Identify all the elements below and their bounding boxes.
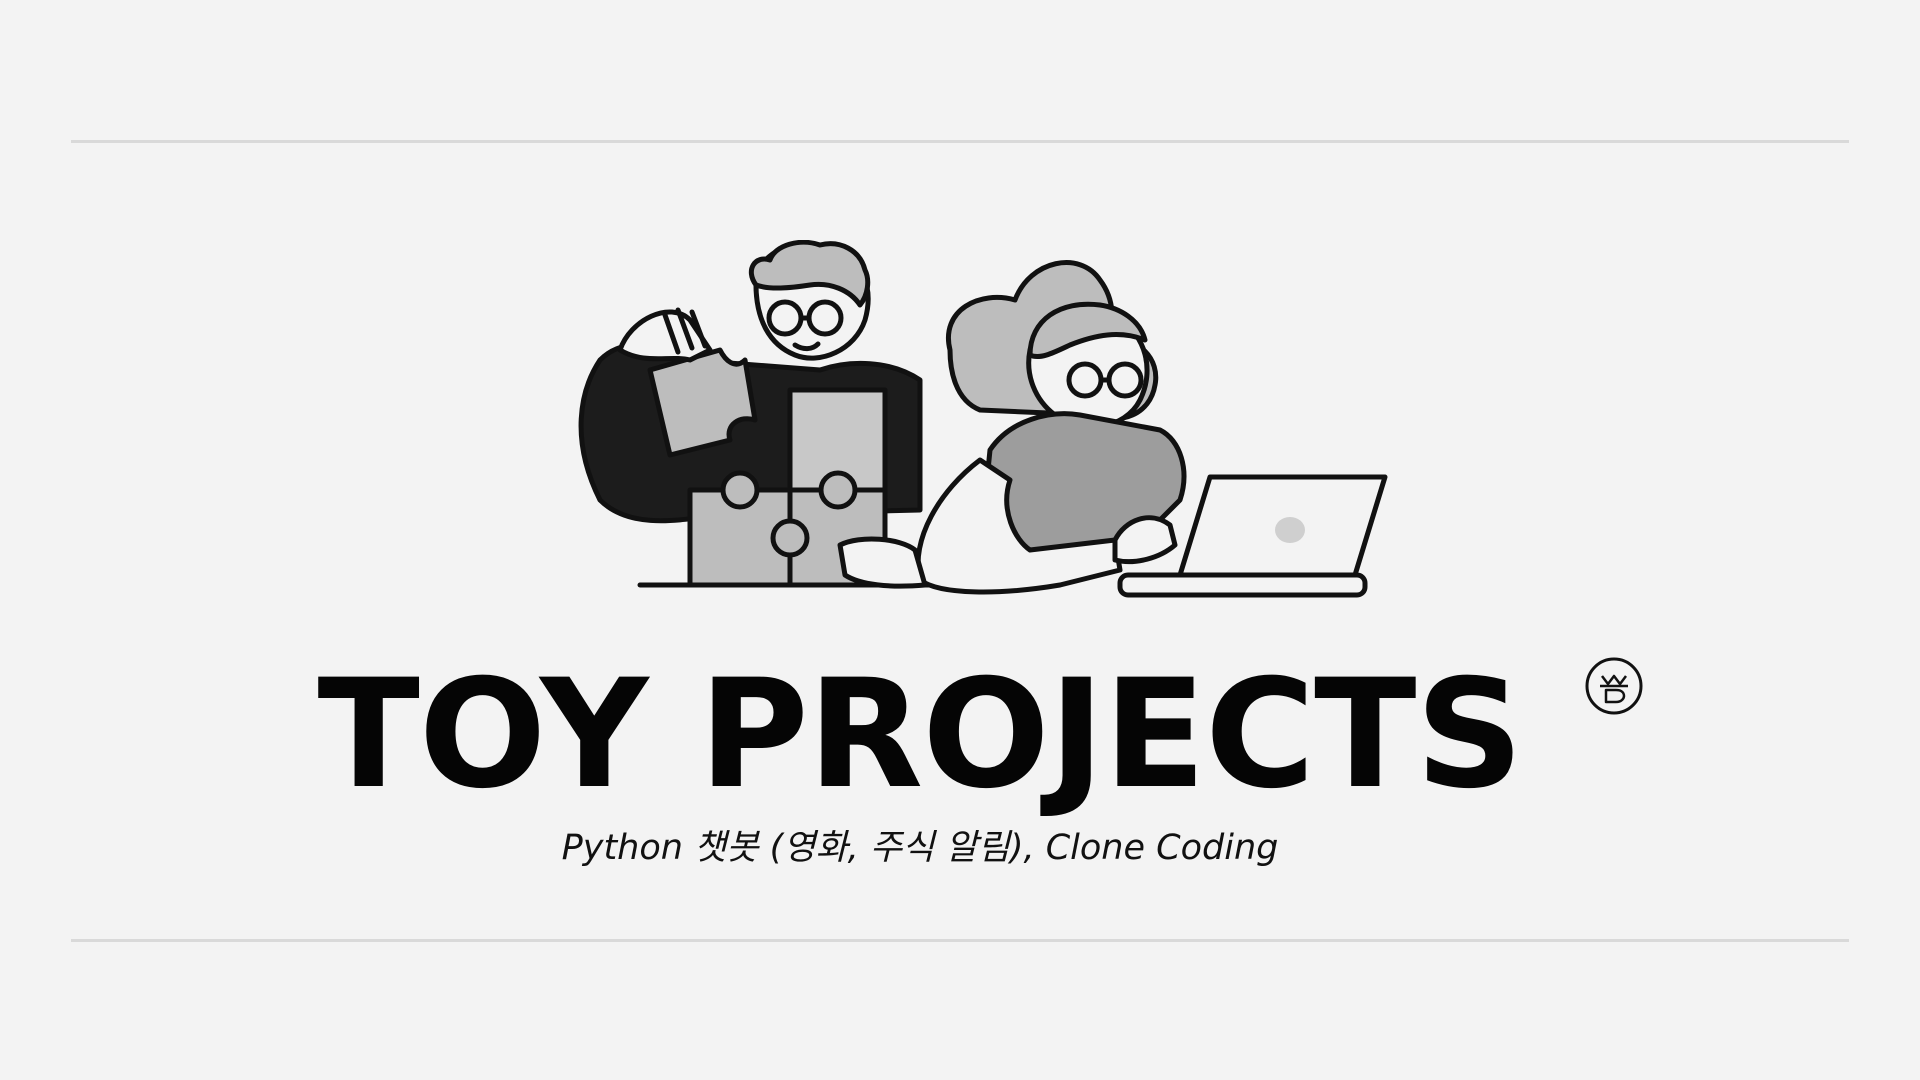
people-puzzle-illustration <box>578 240 1388 598</box>
slide: TOY PROJECTS Python 챗봇 (영화, 주식 알림), Clon… <box>0 0 1920 1080</box>
bottom-divider <box>71 939 1849 942</box>
md-badge-logo-icon <box>1585 657 1643 715</box>
top-divider <box>71 140 1849 143</box>
slide-subtitle: Python 챗봇 (영화, 주식 알림), Clone Coding <box>561 828 1279 868</box>
